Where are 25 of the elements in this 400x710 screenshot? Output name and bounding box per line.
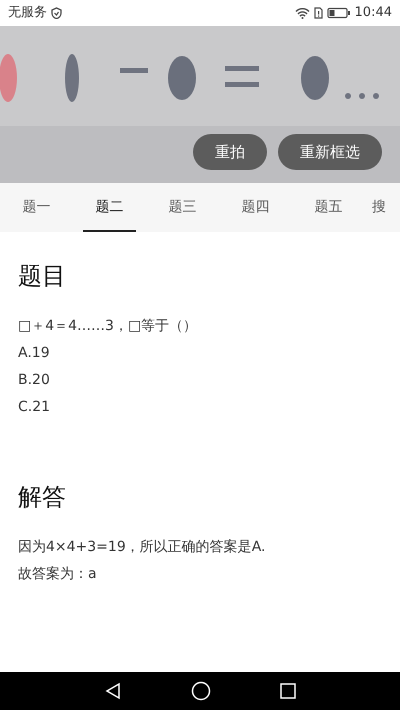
answer-text: 故答案为：a — [18, 564, 98, 584]
carrier-text: 无服务 — [8, 4, 47, 22]
question-tab[interactable]: 题三 — [146, 183, 219, 232]
back-icon[interactable] — [104, 682, 122, 700]
answer-text: 因为4×4+3=19，所以正确的答案是A. — [18, 538, 267, 557]
question-text: C.21 — [18, 398, 52, 417]
section-heading: 题目 — [18, 262, 67, 291]
question-tab[interactable]: 题二 — [73, 183, 146, 232]
shield-icon — [51, 7, 62, 19]
recents-icon[interactable] — [280, 683, 296, 699]
question-tab[interactable]: 题五 — [292, 183, 365, 232]
question-text: □＋4＝4……3，□等于（） — [18, 316, 198, 336]
question-tab[interactable]: 题四 — [219, 183, 292, 232]
question-tab[interactable]: 题一 — [0, 183, 73, 232]
question-tab[interactable]: 搜 — [365, 183, 390, 232]
question-text: B.20 — [18, 370, 51, 390]
clock-text: 10:44 — [354, 4, 392, 22]
battery-icon — [326, 7, 351, 19]
wifi-icon — [294, 7, 310, 19]
section-heading: 解答 — [18, 482, 67, 512]
sim-card-icon — [314, 7, 323, 19]
photo-action-button[interactable]: 重拍 — [193, 134, 267, 170]
home-icon[interactable] — [190, 681, 211, 701]
photo-action-button[interactable]: 重新框选 — [278, 134, 382, 170]
question-text: A.19 — [18, 344, 51, 363]
